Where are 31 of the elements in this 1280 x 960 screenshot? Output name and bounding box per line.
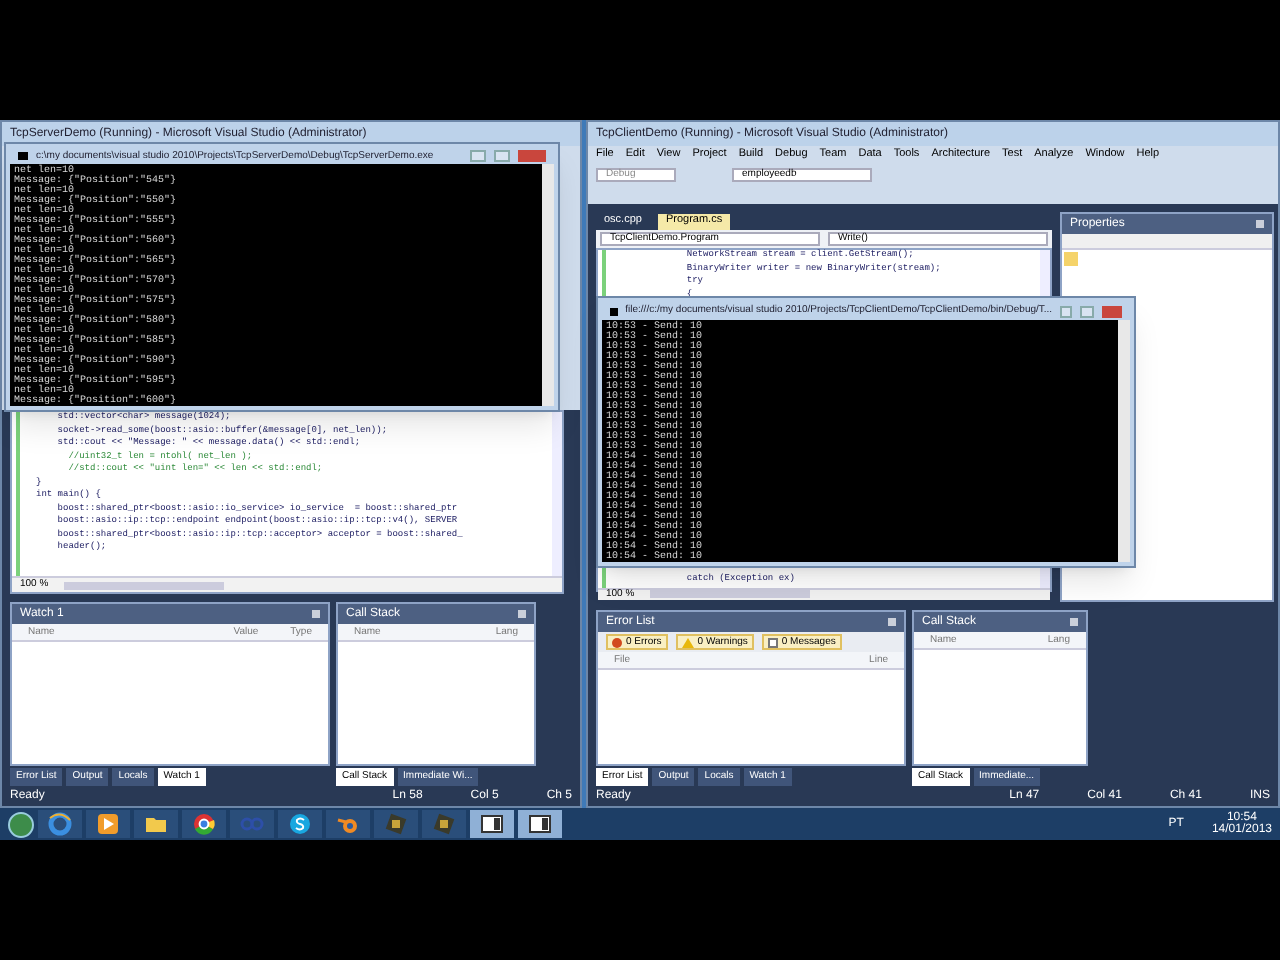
play-icon: [96, 812, 120, 836]
info-icon: [767, 637, 778, 647]
browser-icon: [48, 812, 72, 836]
horizontal-scrollbar[interactable]: [650, 590, 811, 598]
taskbar-button[interactable]: [518, 810, 562, 838]
taskbar-button[interactable]: [278, 810, 322, 838]
scrollbar[interactable]: [542, 164, 554, 406]
chip-icon: [384, 812, 408, 836]
warning-icon: [681, 637, 694, 647]
chip-icon: [432, 812, 456, 836]
folder-icon: [144, 812, 168, 836]
close-button[interactable]: [1101, 305, 1122, 317]
taskbar-button[interactable]: [182, 810, 226, 838]
taskbar-button[interactable]: [134, 810, 178, 838]
start-orb-icon[interactable]: [8, 811, 34, 837]
window-icon: [480, 812, 504, 836]
window-icon: [528, 812, 552, 836]
error-icon: [612, 637, 622, 647]
ring-logo-icon: [192, 812, 216, 836]
minimize-button[interactable]: [1060, 305, 1073, 317]
console-icon: [610, 307, 618, 315]
taskbar-button[interactable]: [86, 810, 130, 838]
maximize-button[interactable]: [1080, 305, 1094, 317]
console-icon: [18, 152, 28, 160]
chat-logo-icon: [288, 812, 312, 836]
taskbar-button[interactable]: [470, 810, 514, 838]
horizontal-scrollbar[interactable]: [64, 581, 225, 589]
scrollbar[interactable]: [1118, 320, 1130, 562]
glasses-icon: [240, 812, 264, 836]
minimize-button[interactable]: [470, 150, 486, 162]
maximize-button[interactable]: [494, 150, 510, 162]
